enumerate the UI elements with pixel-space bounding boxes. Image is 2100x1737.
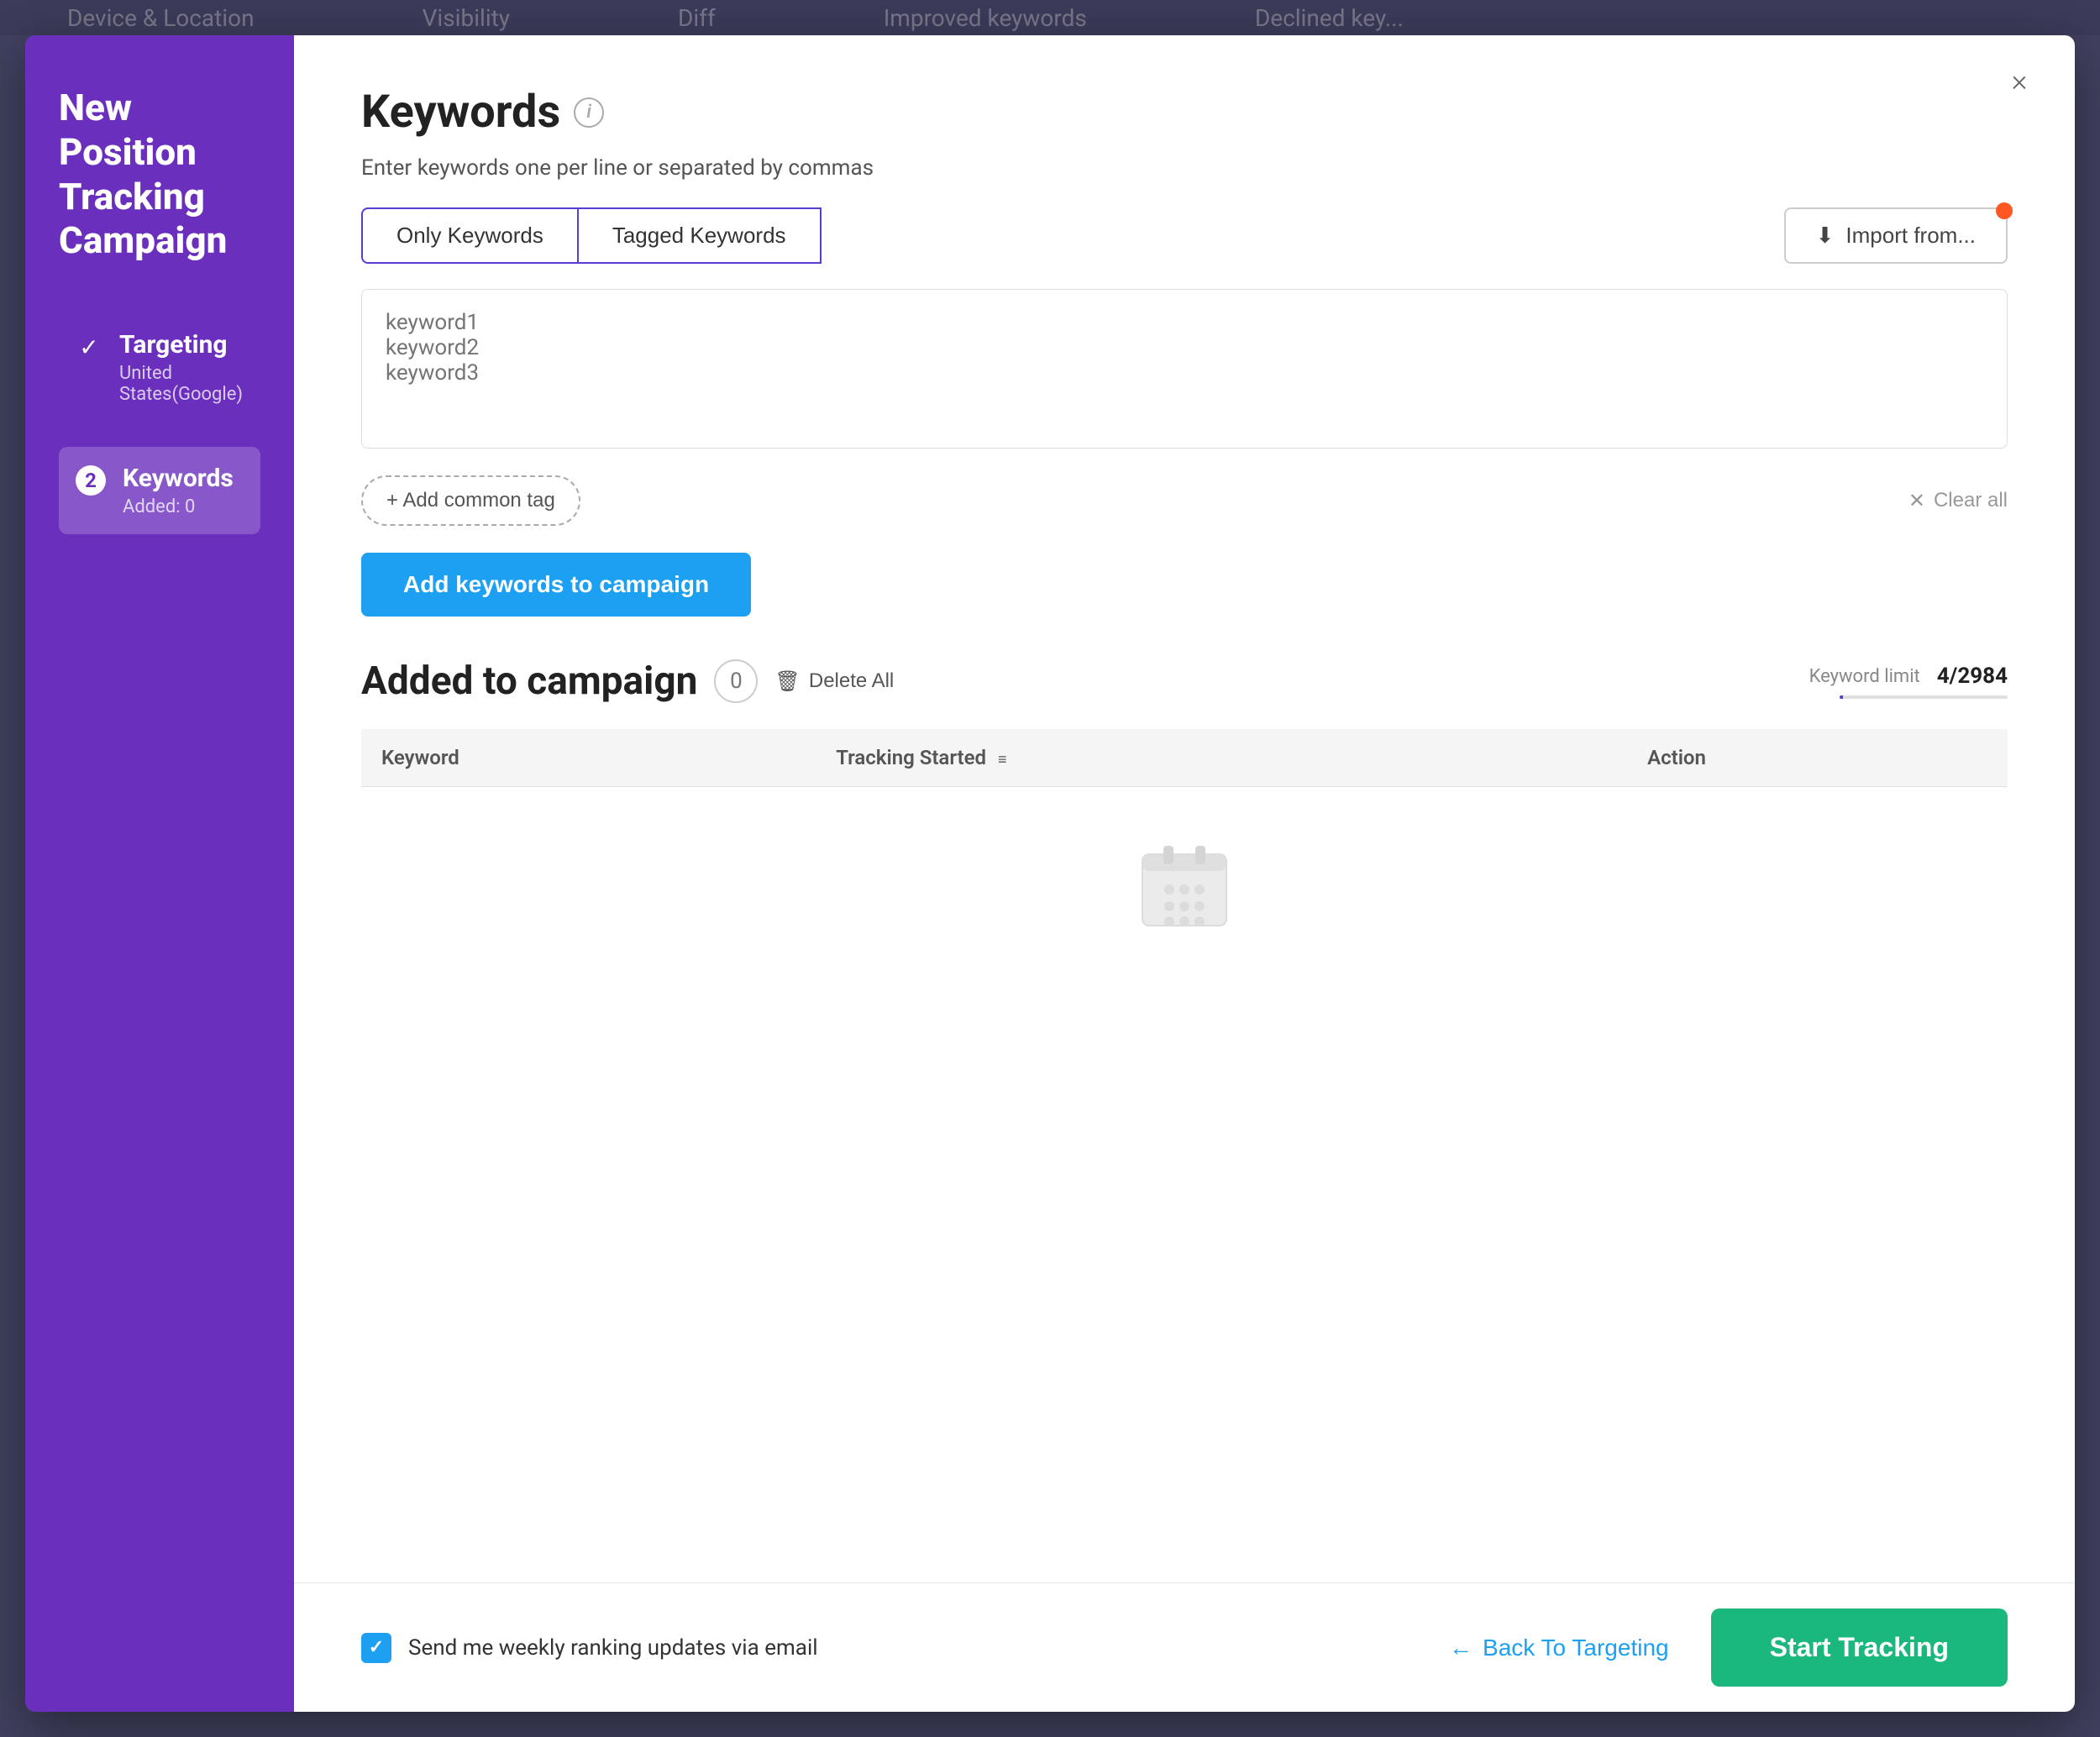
checkmark-icon: ✓ bbox=[369, 1637, 384, 1658]
import-notification-dot bbox=[1996, 202, 2013, 219]
keywords-sublabel: Added: 0 bbox=[123, 496, 234, 517]
content-area: Keywords i Enter keywords one per line o… bbox=[294, 35, 2075, 1582]
keywords-table: Keyword Tracking Started ≡ Action bbox=[361, 729, 2008, 989]
clear-all-button[interactable]: ✕ Clear all bbox=[1908, 489, 2008, 513]
keyword-limit-area: Keyword limit 4/2984 bbox=[1809, 664, 2008, 699]
import-button[interactable]: ⬇ Import from... bbox=[1784, 207, 2008, 264]
targeting-text: Targeting United States(Google) bbox=[119, 330, 244, 405]
check-icon: ✓ bbox=[76, 333, 102, 360]
sort-icon: ≡ bbox=[998, 751, 1007, 769]
empty-state-row bbox=[361, 787, 2008, 989]
info-icon[interactable]: i bbox=[574, 97, 604, 128]
footer-actions: ← Back To Targeting Start Tracking bbox=[1449, 1608, 2008, 1687]
back-btn-label: Back To Targeting bbox=[1483, 1635, 1669, 1661]
keywords-step-number: 2 bbox=[76, 465, 106, 496]
tab-only-keywords[interactable]: Only Keywords bbox=[361, 207, 577, 264]
col-keyword: Keyword bbox=[361, 729, 816, 787]
trash-icon: 🗑 bbox=[774, 669, 800, 694]
keyword-limit-fill bbox=[1840, 695, 1843, 699]
main-content: × Keywords i Enter keywords one per line… bbox=[294, 35, 2075, 1712]
back-to-targeting-button[interactable]: ← Back To Targeting bbox=[1449, 1635, 1669, 1661]
delete-all-button[interactable]: 🗑 Delete All bbox=[774, 669, 894, 694]
section-description: Enter keywords one per line or separated… bbox=[361, 155, 2008, 181]
col-tracking-started[interactable]: Tracking Started ≡ bbox=[816, 729, 1627, 787]
keyword-limit-label: Keyword limit bbox=[1809, 666, 1920, 687]
col-action: Action bbox=[1627, 729, 2008, 787]
add-tag-button[interactable]: + Add common tag bbox=[361, 475, 580, 526]
tab-tagged-keywords[interactable]: Tagged Keywords bbox=[577, 207, 822, 264]
section-title-row: Keywords i bbox=[361, 86, 2008, 139]
table-header-row: Keyword Tracking Started ≡ Action bbox=[361, 729, 2008, 787]
email-checkbox-label: Send me weekly ranking updates via email bbox=[408, 1635, 818, 1661]
modal-footer: ✓ Send me weekly ranking updates via ema… bbox=[294, 1582, 2075, 1712]
keyword-input[interactable] bbox=[361, 289, 2008, 449]
import-button-label: Import from... bbox=[1845, 223, 1976, 249]
targeting-sublabel: United States(Google) bbox=[119, 363, 244, 405]
added-count-badge: 0 bbox=[714, 659, 758, 703]
keywords-label: Keywords bbox=[123, 464, 234, 493]
targeting-label: Targeting bbox=[119, 330, 244, 359]
keywords-text: Keywords Added: 0 bbox=[123, 464, 234, 517]
limit-info-row: Keyword limit 4/2984 bbox=[1809, 664, 2008, 689]
email-checkbox[interactable]: ✓ bbox=[361, 1633, 391, 1663]
tab-row: Only Keywords Tagged Keywords ⬇ Import f… bbox=[361, 207, 2008, 264]
empty-state-cell bbox=[361, 787, 2008, 989]
download-icon: ⬇ bbox=[1816, 223, 1835, 249]
arrow-left-icon: ← bbox=[1449, 1635, 1473, 1661]
table-body bbox=[361, 787, 2008, 989]
modal: New Position Tracking Campaign ✓ Targeti… bbox=[25, 35, 2075, 1712]
close-button[interactable]: × bbox=[1998, 59, 2041, 102]
x-icon: ✕ bbox=[1908, 489, 1925, 513]
sidebar: New Position Tracking Campaign ✓ Targeti… bbox=[25, 35, 294, 1712]
empty-state-icon bbox=[1134, 837, 1235, 938]
keyword-limit-bar bbox=[1840, 695, 2008, 699]
keyword-limit-value: 4/2984 bbox=[1937, 664, 2008, 689]
email-checkbox-row: ✓ Send me weekly ranking updates via ema… bbox=[361, 1633, 818, 1663]
sidebar-item-keywords[interactable]: 2 Keywords Added: 0 bbox=[59, 447, 260, 534]
sidebar-item-targeting[interactable]: ✓ Targeting United States(Google) bbox=[59, 313, 260, 422]
added-section-header: Added to campaign 0 🗑 Delete All Keyword… bbox=[361, 659, 2008, 704]
sidebar-title: New Position Tracking Campaign bbox=[59, 86, 260, 263]
clear-all-label: Clear all bbox=[1934, 489, 2008, 512]
added-title: Added to campaign bbox=[361, 659, 697, 704]
delete-all-label: Delete All bbox=[809, 669, 894, 693]
section-title-text: Keywords bbox=[361, 86, 560, 139]
start-tracking-button[interactable]: Start Tracking bbox=[1711, 1608, 2008, 1687]
add-keywords-button[interactable]: Add keywords to campaign bbox=[361, 553, 751, 617]
empty-state bbox=[361, 787, 2008, 989]
textarea-actions: + Add common tag ✕ Clear all bbox=[361, 475, 2008, 526]
